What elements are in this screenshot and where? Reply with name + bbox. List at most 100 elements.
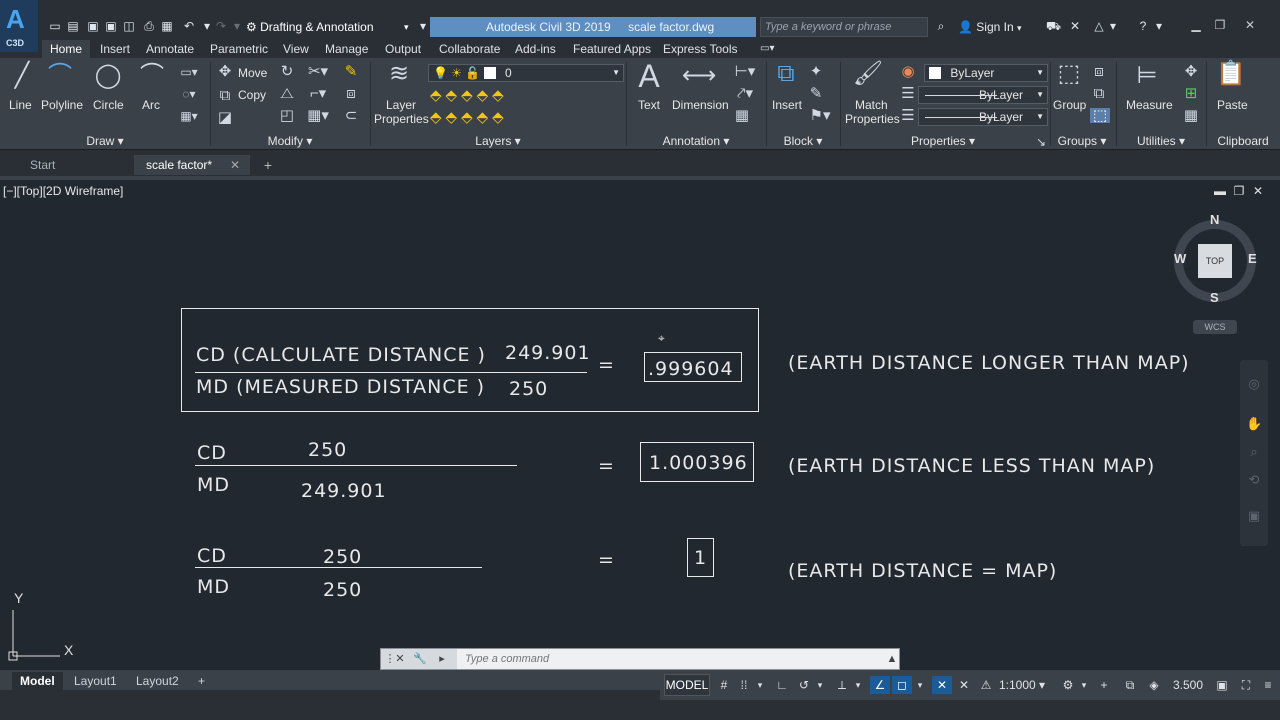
move-icon[interactable]: ✥ xyxy=(216,64,234,79)
compass-south[interactable]: S xyxy=(1210,290,1219,305)
file-tab-scale-factor[interactable]: scale factor* ✕ xyxy=(134,155,250,175)
help-dropdown-icon[interactable]: ▾ xyxy=(1152,19,1166,33)
trim-icon[interactable]: ✂▾ xyxy=(306,64,330,79)
layer-tools-row-2-icons[interactable]: ⬘⬘⬘⬘⬘ xyxy=(430,110,530,125)
row2-numerator-label[interactable]: CD xyxy=(197,442,227,464)
row1-numerator-value[interactable]: 249.901 xyxy=(505,342,591,364)
row1-denominator-value[interactable]: 250 xyxy=(509,378,548,400)
clean-screen-icon[interactable]: ⛶ xyxy=(1236,676,1256,694)
modify-panel-label[interactable]: Modify ▾ xyxy=(210,132,370,150)
measure-button[interactable]: Measure xyxy=(1126,98,1173,112)
tab-layout2[interactable]: Layout2 xyxy=(128,672,187,690)
tab-output[interactable]: Output xyxy=(385,40,421,58)
scale-icon[interactable]: ◰ xyxy=(278,108,296,123)
help-icon[interactable]: ? xyxy=(1136,19,1150,33)
properties-panel-label[interactable]: Properties ▾ xyxy=(840,132,1046,150)
match-properties-label-2[interactable]: Properties xyxy=(845,112,900,126)
polar-tracking-icon[interactable]: ↺ xyxy=(794,676,814,694)
sign-in-button[interactable]: 👤 Sign In ▾ xyxy=(958,17,1022,37)
linear-dimension-icon[interactable]: ⊢▾ xyxy=(732,64,758,79)
row3-fraction-line[interactable] xyxy=(195,567,482,568)
help-search-input[interactable]: Type a keyword or phrase xyxy=(760,17,928,37)
arc-icon[interactable]: ⌒ xyxy=(138,64,166,88)
row2-equals[interactable]: = xyxy=(598,455,615,477)
new-layout-icon[interactable]: + xyxy=(190,672,213,690)
annotation-panel-label[interactable]: Annotation ▾ xyxy=(626,132,766,150)
row1-denominator-label[interactable]: MD (MEASURED DISTANCE ) xyxy=(196,376,485,398)
block-panel-label[interactable]: Block ▾ xyxy=(766,132,840,150)
insert-block-icon[interactable]: ⧉ xyxy=(770,62,802,86)
paste-button[interactable]: Paste xyxy=(1217,98,1248,112)
layer-tools-row-1-icons[interactable]: ⬘⬘⬘⬘⬘ xyxy=(430,88,530,103)
undo-dropdown-icon[interactable]: ▾ xyxy=(200,19,214,33)
mirror-icon[interactable]: ⧍ xyxy=(278,86,296,101)
row3-equals[interactable]: = xyxy=(598,549,615,571)
orbit-icon[interactable]: ⟲ xyxy=(1246,472,1262,488)
polyline-icon[interactable]: ⌒ xyxy=(46,64,74,88)
copy-button[interactable]: Copy xyxy=(238,88,266,102)
object-snap-icon[interactable]: ◻ xyxy=(892,676,912,694)
tab-featured-apps[interactable]: Featured Apps xyxy=(573,40,651,58)
stretch-icon[interactable]: ◪ xyxy=(216,110,234,125)
new-tab-icon[interactable]: + xyxy=(258,155,278,175)
object-snap-dropdown-icon[interactable]: ▾ xyxy=(914,676,926,694)
wcs-menu[interactable]: WCS xyxy=(1193,320,1237,334)
model-space-button[interactable]: MODEL xyxy=(664,674,710,696)
showmotion-icon[interactable]: ▣ xyxy=(1246,508,1262,524)
linetype-icon[interactable]: ☰ xyxy=(900,108,916,123)
groups-panel-label[interactable]: Groups ▾ xyxy=(1050,132,1114,150)
ungroup-icon[interactable]: ⧈ xyxy=(1090,64,1108,79)
lineweight-dropdown[interactable]: ByLayer ▼ xyxy=(918,86,1048,104)
rectangle-icon[interactable]: ▭▾ xyxy=(176,66,202,78)
row2-denominator-value[interactable]: 249.901 xyxy=(301,480,387,502)
layer-properties-label-2[interactable]: Properties xyxy=(374,112,429,126)
quick-calc-icon[interactable]: ⊞ xyxy=(1182,86,1200,101)
customize-wrench-icon[interactable]: 🔧 xyxy=(413,651,427,667)
file-tab-start[interactable]: Start xyxy=(18,155,132,175)
circle-button[interactable]: Circle xyxy=(93,98,124,112)
exchange-icon[interactable]: ✕ xyxy=(1068,19,1082,33)
elevation-value[interactable]: 3.500 xyxy=(1168,676,1208,694)
rotate-icon[interactable]: ↻ xyxy=(278,64,296,79)
lineweight-icon[interactable]: ☰ xyxy=(900,86,916,101)
offset-icon[interactable]: ⊂ xyxy=(342,108,360,123)
viewcube-top-face[interactable]: TOP xyxy=(1198,244,1232,278)
tab-express-tools[interactable]: Express Tools xyxy=(663,40,737,58)
utilities-panel-label[interactable]: Utilities ▾ xyxy=(1116,132,1206,150)
command-history-arrow-icon[interactable]: ▲ xyxy=(885,651,899,667)
plot-icon[interactable]: ▦ xyxy=(160,19,174,33)
tab-add-ins[interactable]: Add-ins xyxy=(515,40,556,58)
annotation-visibility-icon[interactable]: ✕ xyxy=(932,676,952,694)
tab-model[interactable]: Model xyxy=(12,672,63,690)
color-dropdown[interactable]: ByLayer ▼ xyxy=(924,64,1048,82)
row1-fraction-line[interactable] xyxy=(195,372,587,373)
linetype-dropdown[interactable]: ByLayer ▼ xyxy=(918,108,1048,126)
app-logo[interactable]: A C3D xyxy=(0,0,38,52)
array-icon[interactable]: ▦▾ xyxy=(306,108,330,123)
edit-block-icon[interactable]: ✎ xyxy=(806,86,826,101)
row2-result[interactable]: 1.000396 xyxy=(649,452,748,474)
move-button[interactable]: Move xyxy=(238,66,267,80)
annotation-scale-dropdown[interactable]: 1:1000 ▾ xyxy=(998,676,1046,694)
draw-panel-label[interactable]: Draw ▾ xyxy=(0,132,210,150)
isometric-dropdown-icon[interactable]: ▾ xyxy=(852,676,864,694)
explode-icon[interactable]: ⧈ xyxy=(342,86,360,101)
row2-note[interactable]: (EARTH DISTANCE LESS THAN MAP) xyxy=(788,455,1155,477)
circle-icon[interactable]: ◯ xyxy=(94,64,122,88)
viewport-minimize-icon[interactable]: ▬ xyxy=(1212,184,1228,198)
close-window-icon[interactable]: ✕ xyxy=(1240,17,1260,33)
cart-icon[interactable]: ⛟ xyxy=(1046,19,1061,33)
workspace-dropdown[interactable]: ⚙ Drafting & Annotation ▾ xyxy=(246,17,414,37)
tab-insert[interactable]: Insert xyxy=(100,40,130,58)
tab-home[interactable]: Home xyxy=(42,40,91,58)
row3-result[interactable]: 1 xyxy=(694,547,707,569)
workspace-switch-dropdown-icon[interactable]: ▾ xyxy=(1078,676,1090,694)
command-input[interactable] xyxy=(461,649,881,669)
save-as-icon[interactable]: ▣ xyxy=(104,19,118,33)
annotation-scale-icon[interactable]: ⚠ xyxy=(976,676,996,694)
new-file-icon[interactable]: ▭ xyxy=(48,19,62,33)
row2-numerator-value[interactable]: 250 xyxy=(308,439,347,461)
group-edit-icon[interactable]: ⧉ xyxy=(1090,86,1108,101)
polar-dropdown-icon[interactable]: ▾ xyxy=(814,676,826,694)
zoom-extents-icon[interactable]: ⌕ xyxy=(1246,444,1262,460)
